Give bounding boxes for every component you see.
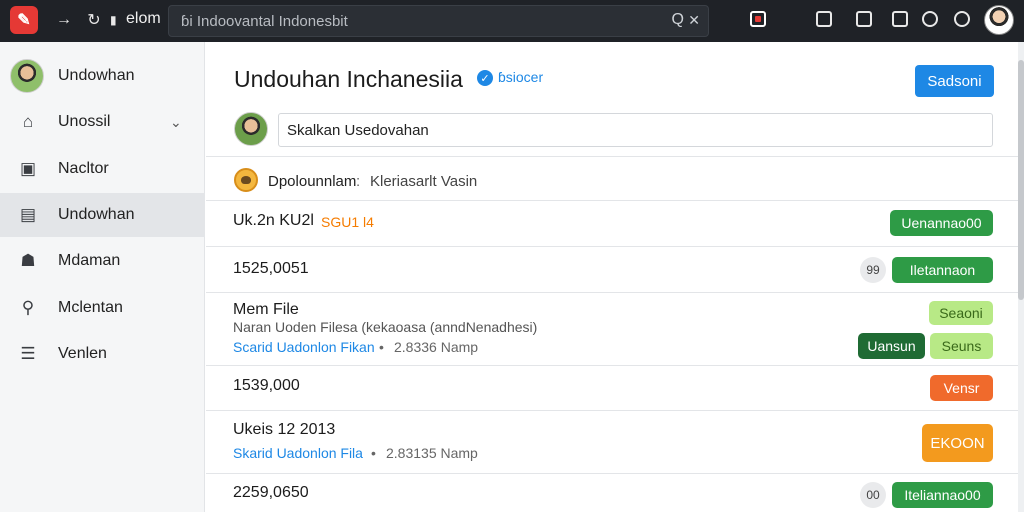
meta-separator: • bbox=[379, 339, 384, 355]
row-action-button[interactable]: Iteliannao00 bbox=[892, 482, 993, 508]
row-badge: SGU1 l4 bbox=[321, 214, 374, 230]
list-item[interactable]: Uk.2n KU2l SGU1 l4 Uenannao00 bbox=[206, 201, 1020, 246]
compose-input[interactable] bbox=[278, 113, 993, 147]
sidebar-item-tasks[interactable]: ▣ Nacltor bbox=[0, 147, 205, 191]
clipboard-icon: ▣ bbox=[19, 159, 37, 178]
verified-icon: ✓ bbox=[477, 70, 493, 86]
divider bbox=[206, 156, 1020, 157]
sidebar-item-links[interactable]: ⚲ Mclentan bbox=[0, 286, 205, 330]
filter-separator: : bbox=[356, 173, 361, 190]
sidebar-item-label: Nacltor bbox=[58, 160, 109, 177]
row-title: 1539,000 bbox=[233, 377, 300, 394]
sidebar: Undowhan ⌂ Unossil ⌄ ▣ Nacltor ▤ Undowha… bbox=[0, 42, 205, 512]
profile-icon[interactable] bbox=[954, 11, 970, 27]
sidebar-item-label: Mdaman bbox=[58, 252, 121, 269]
sidebar-item-profile[interactable]: Undowhan bbox=[0, 54, 205, 98]
count-badge: 99 bbox=[860, 257, 886, 283]
app-logo-icon[interactable]: ✎ bbox=[10, 6, 38, 34]
row-action-button[interactable]: Vensr bbox=[930, 375, 993, 401]
sidebar-item-members[interactable]: ☗ Mdaman bbox=[0, 239, 205, 283]
row-action-button[interactable]: Seaoni bbox=[929, 301, 993, 325]
file-size: 2.8336 Namp bbox=[394, 339, 479, 355]
row-action-button[interactable]: Seuns bbox=[930, 333, 993, 359]
extension-icon[interactable] bbox=[750, 11, 766, 27]
sidebar-item-label: Undowhan bbox=[58, 67, 135, 84]
user-avatar bbox=[234, 112, 268, 146]
chat-icon: ▤ bbox=[19, 205, 37, 224]
close-icon[interactable]: ✕ bbox=[688, 12, 700, 29]
sidebar-item-label: Mclentan bbox=[58, 299, 123, 316]
list-item[interactable]: 1539,000 Vensr bbox=[206, 366, 1020, 410]
sidebar-item-list[interactable]: ☰ Venlen bbox=[0, 332, 205, 376]
lock-icon: ▮ bbox=[110, 13, 117, 27]
users-icon: ☗ bbox=[20, 251, 36, 270]
row-title: Uk.2n KU2l bbox=[233, 212, 314, 229]
forward-arrow-icon[interactable]: → bbox=[53, 9, 75, 31]
sidebar-item-label: Venlen bbox=[58, 345, 107, 362]
row-link[interactable]: Scarid Uadonlon Fikan bbox=[233, 339, 375, 355]
user-avatar[interactable] bbox=[984, 5, 1014, 35]
list-item[interactable]: 1525,0051 99 Iletannaon bbox=[206, 247, 1020, 292]
row-link[interactable]: Skarid Uadonlon Fila bbox=[233, 445, 363, 461]
user-avatar bbox=[10, 59, 44, 93]
address-text: ɓi Indoovantal Indonesbit bbox=[181, 13, 348, 30]
row-subtitle: Naran Uoden Filesa (kekaoasa (anndNenadh… bbox=[233, 319, 538, 335]
list-item[interactable]: 2259,0650 00 Iteliannao00 bbox=[206, 474, 1020, 512]
reload-icon[interactable]: ↻ bbox=[83, 9, 105, 31]
filter-label[interactable]: Dpolounnlam bbox=[268, 173, 356, 190]
row-action-button[interactable]: Iletannaon bbox=[892, 257, 993, 283]
clipboard-icon[interactable] bbox=[892, 11, 908, 27]
sidebar-item-label: Undowhan bbox=[58, 206, 135, 223]
site-name: elom bbox=[126, 10, 161, 27]
downloads-icon[interactable] bbox=[856, 11, 872, 27]
search-icon[interactable]: Q bbox=[672, 11, 684, 29]
row-title: Mem File bbox=[233, 301, 299, 318]
page-title: Undouhan Inchanesiia bbox=[234, 66, 463, 92]
main-content: Undouhan Inchanesiia ✓ ɓsiocer Sadsoni D… bbox=[206, 42, 1020, 512]
bookmark-icon[interactable] bbox=[816, 11, 832, 27]
row-action-button[interactable]: Uansun bbox=[858, 333, 925, 359]
browser-toolbar: ✎ → ↻ ▮ elom ɓi Indoovantal Indonesbit Q… bbox=[0, 0, 1024, 42]
history-icon[interactable] bbox=[922, 11, 938, 27]
scrollbar-thumb[interactable] bbox=[1018, 60, 1024, 300]
list-item[interactable]: Mem File Naran Uoden Filesa (kekaoasa (a… bbox=[206, 293, 1020, 365]
list-icon: ☰ bbox=[20, 344, 36, 363]
list-item[interactable]: Ukeis 12 2013 Skarid Uadonlon Fila • 2.8… bbox=[206, 411, 1020, 473]
count-badge: 00 bbox=[860, 482, 886, 508]
chevron-down-icon[interactable]: ⌄ bbox=[170, 114, 182, 131]
link-icon: ⚲ bbox=[21, 298, 35, 317]
address-bar[interactable]: ɓi Indoovantal Indonesbit Q ✕ bbox=[168, 5, 709, 37]
primary-action-button[interactable]: Sadsoni bbox=[915, 65, 994, 97]
verified-label[interactable]: ɓsiocer bbox=[498, 69, 543, 85]
file-size: 2.83135 Namp bbox=[386, 445, 478, 461]
row-title: Ukeis 12 2013 bbox=[233, 421, 336, 438]
row-action-button[interactable]: Uenannao00 bbox=[890, 210, 993, 236]
emoji-icon bbox=[234, 168, 258, 192]
row-action-button[interactable]: EKOON bbox=[922, 424, 993, 462]
sidebar-item-label: Unossil bbox=[58, 113, 111, 130]
row-title: 2259,0650 bbox=[233, 484, 309, 501]
filter-value[interactable]: Kleriasarlt Vasin bbox=[370, 173, 477, 190]
sidebar-item-home[interactable]: ⌂ Unossil ⌄ bbox=[0, 100, 205, 144]
home-icon: ⌂ bbox=[22, 112, 34, 131]
row-title: 1525,0051 bbox=[233, 260, 309, 277]
meta-separator: • bbox=[371, 445, 376, 461]
sidebar-item-downloads[interactable]: ▤ Undowhan bbox=[0, 193, 205, 237]
